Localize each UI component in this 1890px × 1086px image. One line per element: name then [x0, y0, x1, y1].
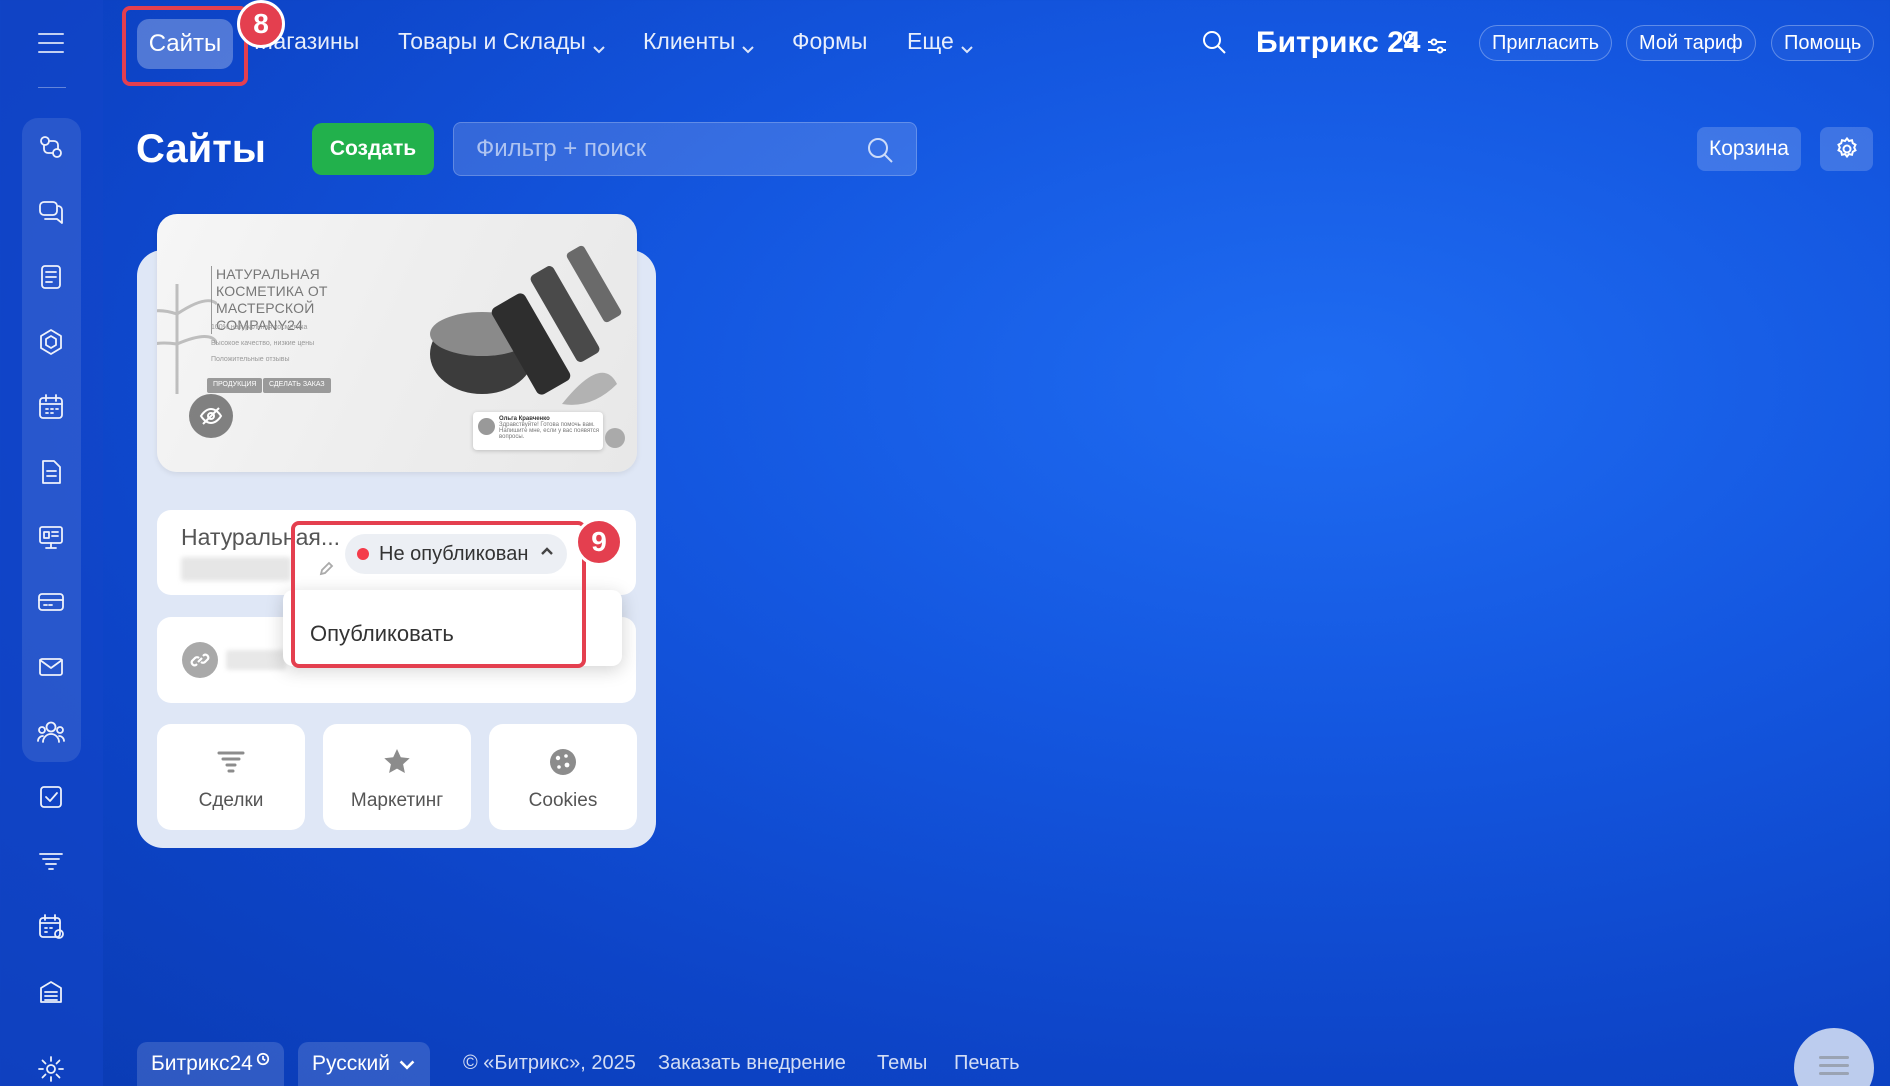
pencil-edit-icon[interactable] — [318, 561, 334, 577]
sidebar-card-icon[interactable] — [32, 583, 70, 621]
tile-cookies[interactable]: Cookies — [489, 724, 637, 830]
footer-print-link[interactable]: Печать — [954, 1052, 1020, 1075]
site-name[interactable]: Натуральная... — [181, 524, 340, 551]
my-tariff-button[interactable]: Мой тариф — [1626, 25, 1756, 61]
search-icon[interactable] — [1200, 28, 1230, 58]
left-sidebar — [0, 0, 103, 1086]
invite-button[interactable]: Пригласить — [1479, 25, 1613, 61]
preview-button-products: ПРОДУКЦИЯ — [207, 378, 263, 393]
tile-deals-label: Сделки — [198, 790, 264, 811]
funnel-icon — [157, 744, 305, 780]
preview-button-order: СДЕЛАТЬ ЗАКАЗ — [263, 378, 331, 393]
filter-search-input[interactable] — [476, 123, 856, 175]
menu-burger-icon[interactable] — [38, 33, 64, 53]
nav-tab-forms[interactable]: Формы — [792, 28, 867, 55]
site-domain-blurred — [226, 650, 286, 670]
footer-copyright: © «Битрикс», 2025 — [463, 1052, 636, 1074]
preview-line: Положительные отзывы — [211, 356, 290, 363]
review-text: Здравствуйте! Готова помочь вам. Напишит… — [499, 422, 600, 440]
sidebar-tasks-icon[interactable] — [32, 778, 70, 816]
cosmetics-product-image — [430, 245, 622, 405]
sidebar-document-icon[interactable] — [32, 453, 70, 491]
sliders-settings-icon[interactable] — [1425, 34, 1449, 58]
sidebar-schedule-icon[interactable] — [32, 908, 70, 946]
floating-menu-button[interactable] — [1794, 1028, 1874, 1086]
preview-line: 100% натуральная косметика — [211, 324, 308, 331]
sidebar-calendar-icon[interactable] — [32, 388, 70, 426]
gear-icon[interactable] — [1820, 127, 1873, 171]
clock-icon — [256, 1052, 269, 1066]
avatar — [478, 418, 495, 435]
clock-icon — [1402, 30, 1418, 46]
chevron-up-icon — [538, 545, 554, 564]
sidebar-funnel-icon[interactable] — [32, 843, 70, 881]
preview-line: Высокое качество, низкие цены — [211, 340, 315, 347]
trash-button[interactable]: Корзина — [1697, 127, 1801, 171]
chat-bubble-icon — [605, 428, 625, 448]
star-icon — [323, 744, 471, 780]
nav-tab-more[interactable]: Еще — [907, 28, 974, 55]
sidebar-hexagon-icon[interactable] — [32, 323, 70, 361]
nav-tab-forms-label: Формы — [792, 28, 868, 54]
search-icon[interactable] — [865, 135, 895, 165]
publish-menu-item[interactable]: Опубликовать — [310, 621, 454, 647]
preview-review-card: Ольга Кравченко Здравствуйте! Готова пом… — [473, 412, 603, 450]
sidebar-chat-icon[interactable] — [32, 193, 70, 231]
site-phone-blurred — [181, 557, 291, 581]
sidebar-settings-icon[interactable] — [32, 1050, 70, 1086]
sidebar-mail-icon[interactable] — [32, 648, 70, 686]
hidden-eye-icon[interactable] — [189, 394, 233, 438]
nav-tab-sites[interactable]: Сайты — [137, 19, 233, 69]
nav-tab-more-label: Еще — [907, 28, 954, 54]
sidebar-feed-icon[interactable] — [32, 258, 70, 296]
sidebar-store-icon[interactable] — [32, 973, 70, 1011]
footer-order-link[interactable]: Заказать внедрение — [658, 1052, 846, 1075]
tile-marketing-label: Маркетинг — [350, 790, 444, 811]
callout-badge-step-8: 8 — [237, 0, 285, 48]
status-dot — [357, 548, 369, 560]
page-title: Сайты — [136, 127, 266, 171]
cookie-icon — [489, 744, 637, 780]
nav-tab-goods[interactable]: Товары и Склады — [398, 28, 606, 55]
tile-cookies-label: Cookies — [528, 790, 598, 811]
create-button[interactable]: Создать — [312, 123, 434, 175]
footer-brand-button[interactable]: Битрикс24 — [137, 1042, 284, 1086]
callout-badge-step-9: 9 — [575, 518, 623, 566]
chevron-down-icon — [399, 1060, 415, 1070]
nav-tab-clients[interactable]: Клиенты — [643, 28, 755, 55]
leaf-decoration-icon — [157, 284, 217, 394]
status-label: Не опубликован — [379, 542, 529, 565]
language-label: Русский — [312, 1052, 390, 1075]
chevron-down-icon — [741, 35, 755, 53]
top-bar — [103, 0, 1890, 88]
publish-status-toggle[interactable]: Не опубликован — [345, 534, 567, 574]
chevron-down-icon — [592, 35, 606, 53]
footer-brand-label: Битрикс24 — [151, 1052, 253, 1075]
link-icon[interactable] — [182, 642, 218, 678]
sidebar-users-icon[interactable] — [32, 713, 70, 751]
site-preview[interactable]: НАТУРАЛЬНАЯ КОСМЕТИКА ОТ МАСТЕРСКОЙ COMP… — [157, 214, 637, 472]
list-lines-icon — [1819, 1056, 1849, 1075]
sidebar-board-icon[interactable] — [32, 518, 70, 556]
nav-tab-goods-label: Товары и Склады — [398, 28, 586, 54]
tile-deals[interactable]: Сделки — [157, 724, 305, 830]
help-button[interactable]: Помощь — [1771, 25, 1875, 61]
sidebar-divider — [38, 87, 66, 88]
chevron-down-icon — [960, 35, 974, 53]
tile-marketing[interactable]: Маркетинг — [323, 724, 471, 830]
bitrix24-logo: Битрикс 24 — [1256, 26, 1421, 59]
filter-search-box — [453, 122, 917, 176]
nav-tab-clients-label: Клиенты — [643, 28, 736, 54]
sidebar-crm-flow-icon[interactable] — [32, 128, 70, 166]
footer-themes-link[interactable]: Темы — [877, 1052, 927, 1075]
language-select[interactable]: Русский — [298, 1042, 430, 1086]
